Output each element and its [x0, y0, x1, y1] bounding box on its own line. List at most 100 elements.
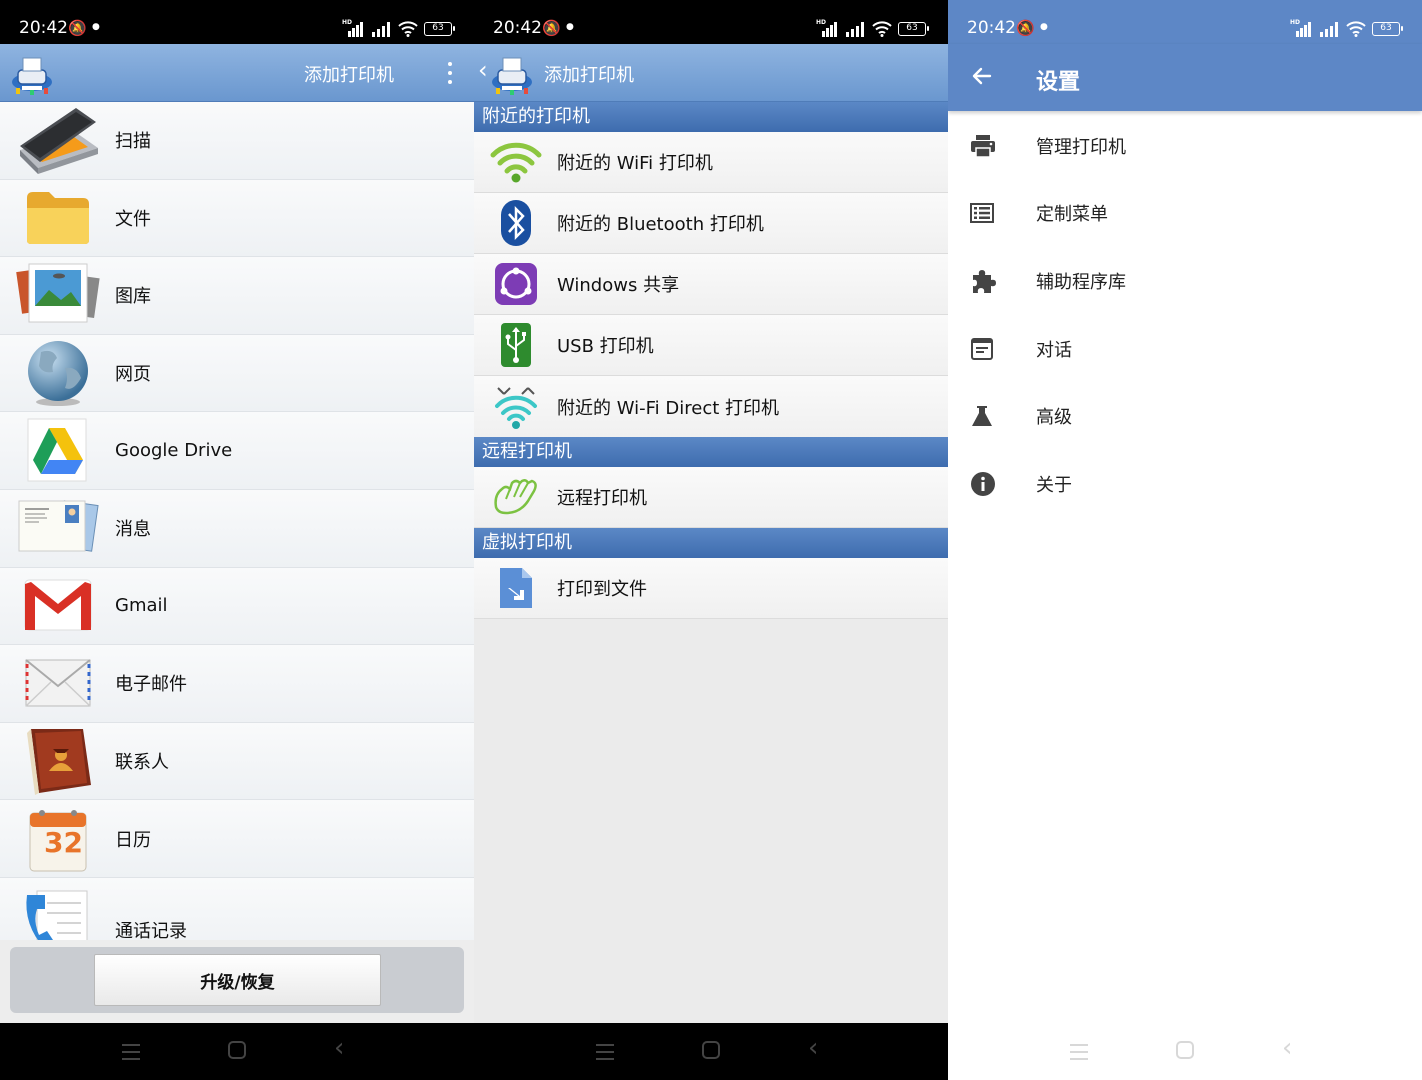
settings-item-plugins[interactable]: 辅助程序库: [948, 247, 1422, 315]
home-button[interactable]: [228, 1041, 246, 1059]
list-item-label: 远程打印机: [557, 488, 647, 509]
app-logo-icon[interactable]: [490, 52, 534, 96]
settings-list: 管理打印机 定制菜单 辅助程序库 对话 高级 关于: [948, 112, 1422, 518]
upgrade-restore-button[interactable]: 升级/恢复: [94, 954, 381, 1006]
wifi-status-icon: [872, 21, 892, 37]
recent-apps-button[interactable]: [596, 1044, 618, 1060]
list-item-wifi-direct-printer[interactable]: 附近的 Wi-Fi Direct 打印机: [474, 376, 948, 437]
settings-panel: 20:42 🔕 ● HD 63 设置 管理打印机 定制菜单 辅助程序库 对话 高…: [948, 0, 1422, 1080]
home-button[interactable]: [702, 1041, 720, 1059]
section-header: 附近的打印机: [474, 102, 948, 132]
list-item-calendar[interactable]: 32 日历: [0, 800, 474, 878]
recent-apps-button[interactable]: [1070, 1044, 1092, 1060]
recent-apps-button[interactable]: [122, 1044, 144, 1060]
settings-item-dialogs[interactable]: 对话: [948, 315, 1422, 383]
settings-item-label: 辅助程序库: [1036, 271, 1126, 293]
list-item-bluetooth-printer[interactable]: 附近的 Bluetooth 打印机: [474, 193, 948, 254]
list-item-contacts[interactable]: 联系人: [0, 722, 474, 801]
list-item-label: Google Drive: [115, 440, 233, 462]
calendar-day: 32: [44, 826, 83, 860]
section-header: 虚拟打印机: [474, 528, 948, 558]
list-item-gmail[interactable]: Gmail: [0, 567, 474, 646]
settings-item-advanced[interactable]: 高级: [948, 382, 1422, 450]
list-item-label: USB 打印机: [557, 336, 654, 357]
status-bar: 20:42 🔕 ● HD 63: [474, 0, 948, 44]
bluetooth-icon: [500, 200, 531, 246]
list-item-email[interactable]: 电子邮件: [0, 645, 474, 723]
remote-hand-icon: [493, 479, 537, 515]
print-to-file-icon: [499, 568, 532, 608]
list-item-label: 电子邮件: [115, 674, 187, 696]
settings-toolbar: 设置: [948, 44, 1422, 111]
signal-icon: HD: [1290, 19, 1312, 37]
list-item-windows-share[interactable]: Windows 共享: [474, 254, 948, 315]
list-item-print-to-file[interactable]: 打印到文件: [474, 558, 948, 619]
list-item-label: 打印到文件: [557, 579, 647, 600]
list-item-gallery[interactable]: 图库: [0, 257, 474, 335]
list-item-google-drive[interactable]: Google Drive: [0, 412, 474, 490]
list-item-web[interactable]: 网页: [0, 334, 474, 413]
app-bar: 添加打印机: [0, 44, 474, 102]
list-item-remote-printer[interactable]: 远程打印机: [474, 467, 948, 528]
battery-icon: 63: [1372, 22, 1403, 36]
home-button[interactable]: [1176, 1041, 1194, 1059]
gmail-icon: [24, 579, 91, 631]
list-item-scan[interactable]: 扫描: [0, 102, 474, 180]
envelope-icon: [24, 659, 91, 707]
list-item-label: 附近的 WiFi 打印机: [557, 153, 713, 174]
list-item-wifi-printer[interactable]: 附近的 WiFi 打印机: [474, 132, 948, 193]
back-button[interactable]: ‹: [334, 1035, 356, 1061]
list-item-label: 附近的 Bluetooth 打印机: [557, 214, 764, 235]
page-title: 添加打印机: [304, 65, 394, 86]
battery-icon: 63: [424, 22, 455, 36]
add-printer-panel: 20:42 🔕 ● HD 63 ‹ 添加打印机 附近的打印机 附近的 WiFi …: [474, 0, 948, 1080]
settings-item-custom-menu[interactable]: 定制菜单: [948, 180, 1422, 248]
status-time: 20:42: [967, 18, 1016, 38]
mute-bell-icon: 🔕: [68, 19, 87, 37]
signal-icon: HD: [816, 19, 838, 37]
status-time: 20:42: [493, 18, 542, 38]
settings-item-label: 定制菜单: [1036, 204, 1108, 226]
list-item-usb-printer[interactable]: USB 打印机: [474, 315, 948, 376]
back-chevron-icon[interactable]: ‹: [478, 56, 488, 84]
info-icon: [971, 471, 995, 496]
page-title: 添加打印机: [544, 65, 634, 86]
settings-item-label: 管理打印机: [1036, 136, 1126, 158]
list-item-files[interactable]: 文件: [0, 179, 474, 258]
notification-dot-icon: ●: [92, 22, 100, 32]
windows-share-icon: [494, 263, 537, 305]
settings-item-about[interactable]: 关于: [948, 450, 1422, 518]
app-bar: ‹ 添加打印机: [474, 44, 948, 102]
settings-item-manage-printers[interactable]: 管理打印机: [948, 112, 1422, 180]
signal-icon: [1318, 21, 1340, 37]
notification-dot-icon: ●: [566, 22, 574, 32]
list-item-messages[interactable]: 消息: [0, 489, 474, 568]
bottom-bar: 升级/恢复: [0, 940, 474, 1023]
list-item-label: 通话记录: [115, 920, 187, 942]
globe-icon: [27, 341, 88, 407]
status-bar: 20:42 🔕 ● HD 63: [948, 0, 1422, 44]
list-item-label: Gmail: [115, 595, 168, 617]
signal-icon: [844, 21, 866, 37]
back-button[interactable]: ‹: [1282, 1035, 1304, 1061]
list-icon: [970, 203, 994, 224]
printer-type-list: 附近的打印机 附近的 WiFi 打印机 附近的 Bluetooth 打印机 Wi…: [474, 102, 948, 619]
folder-icon: [26, 191, 89, 244]
mute-bell-icon: 🔕: [1016, 19, 1035, 37]
app-logo-icon[interactable]: [10, 52, 54, 96]
contacts-book-icon: [26, 729, 91, 796]
settings-item-label: 高级: [1036, 407, 1072, 429]
main-panel: 20:42 🔕 ● HD 63 添加打印机 扫描 文件 图库 网页 Google…: [0, 0, 474, 1080]
overflow-menu-button[interactable]: [442, 62, 458, 84]
google-drive-icon: [27, 418, 86, 482]
back-button[interactable]: ‹: [808, 1035, 830, 1061]
upgrade-container: 升级/恢复: [10, 947, 464, 1013]
source-list: 扫描 文件 图库 网页 Google Drive 消息 Gmail 电子邮件 联…: [0, 102, 474, 956]
status-time: 20:42: [19, 18, 68, 38]
section-header: 远程打印机: [474, 437, 948, 467]
puzzle-icon: [973, 269, 996, 293]
usb-icon: [500, 323, 531, 367]
back-arrow-icon[interactable]: [970, 64, 994, 88]
system-nav-bar: ‹: [0, 1023, 474, 1080]
signal-icon: HD: [342, 19, 364, 37]
